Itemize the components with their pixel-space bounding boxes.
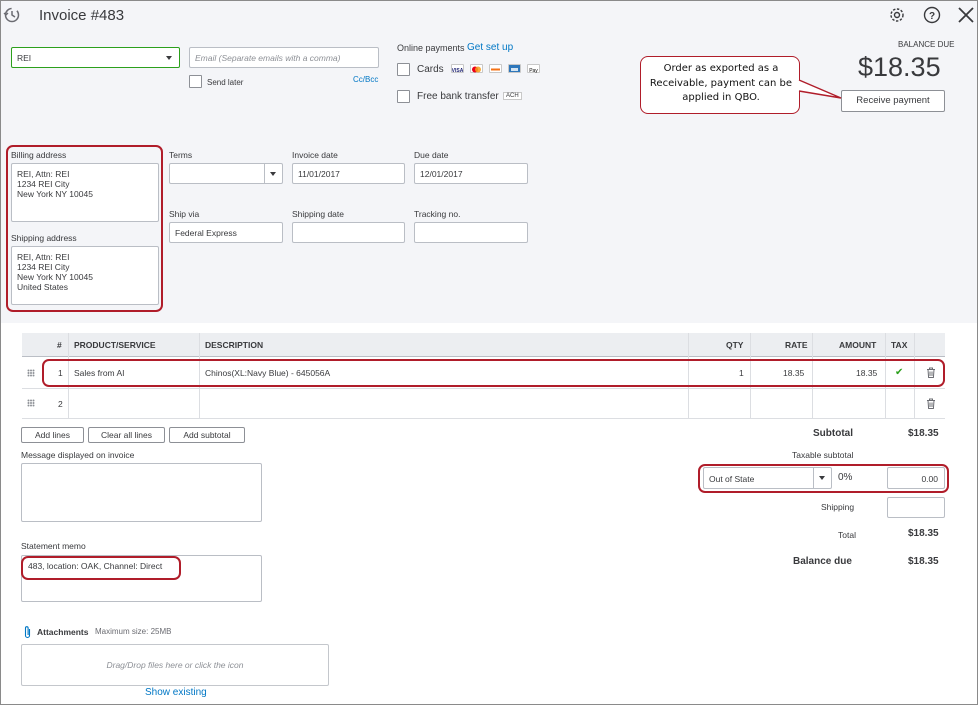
send-later-checkbox[interactable] <box>189 75 202 88</box>
due-date-label: Due date <box>414 150 449 160</box>
row-divider <box>22 418 945 419</box>
email-field[interactable]: Email (Separate emails with a comma) <box>189 47 379 68</box>
shipping-address-field[interactable]: REI, Attn: REI 1234 REI City New York NY… <box>11 246 159 305</box>
invoice-date-label: Invoice date <box>292 150 338 160</box>
invoice-date-field[interactable]: 11/01/2017 <box>292 163 405 184</box>
amex-icon <box>508 64 521 73</box>
drag-handle-icon[interactable] <box>27 399 35 407</box>
apple-pay-icon: Pay <box>527 64 540 74</box>
attachments-max-size: Maximum size: 25MB <box>95 627 172 636</box>
row-2-num: 2 <box>58 399 63 409</box>
visa-icon: VISA <box>451 64 464 74</box>
customer-value: REI <box>17 53 32 63</box>
chevron-down-icon[interactable] <box>161 48 179 67</box>
subtotal-value: $18.35 <box>908 428 939 439</box>
dropzone-text: Drag/Drop files here or click the icon <box>106 660 244 670</box>
col-header-rate: RATE <box>785 340 808 350</box>
col-header-tax: TAX <box>891 340 908 350</box>
annotation-pointer <box>798 78 843 100</box>
terms-label: Terms <box>169 150 193 160</box>
due-date-field[interactable]: 12/01/2017 <box>414 163 528 184</box>
get-set-up-link[interactable]: Get set up <box>467 42 513 53</box>
email-placeholder: Email (Separate emails with a comma) <box>195 53 341 63</box>
invoice-title: Invoice #483 <box>39 7 125 24</box>
shipping-line-2: 1234 REI City <box>17 262 70 272</box>
show-existing-link[interactable]: Show existing <box>145 687 207 698</box>
receive-payment-button[interactable]: Receive payment <box>841 90 945 112</box>
shipping-address-label: Shipping address <box>11 233 77 243</box>
billing-address-label: Billing address <box>11 150 67 160</box>
bank-transfer-label: Free bank transfer <box>417 91 499 102</box>
settings-icon[interactable] <box>888 6 906 24</box>
add-subtotal-button[interactable]: Add subtotal <box>169 427 245 443</box>
message-field[interactable] <box>21 463 262 522</box>
svg-text:Pay: Pay <box>529 68 538 73</box>
ship-via-field[interactable]: Federal Express <box>169 222 283 243</box>
close-icon[interactable] <box>958 7 974 23</box>
cards-label: Cards <box>417 64 444 75</box>
recent-transactions-icon[interactable] <box>3 6 21 24</box>
shipping-date-label: Shipping date <box>292 209 344 219</box>
terms-select[interactable] <box>169 163 283 184</box>
paperclip-icon[interactable] <box>23 625 32 639</box>
ship-via-value: Federal Express <box>175 228 237 238</box>
tax-highlight <box>698 464 949 493</box>
shipping-amount-field[interactable] <box>887 497 945 518</box>
message-label: Message displayed on invoice <box>21 450 135 460</box>
annotation-callout: Order as exported as a Receivable, payme… <box>640 56 800 114</box>
shipping-line-4: United States <box>17 282 69 292</box>
shipping-date-field[interactable] <box>292 222 405 243</box>
billing-address-field[interactable]: REI, Attn: REI 1234 REI City New York NY… <box>11 163 159 222</box>
help-icon[interactable]: ? <box>923 6 941 24</box>
line-item-highlight <box>42 359 945 387</box>
memo-highlight <box>21 556 181 580</box>
row-2-delete-icon[interactable] <box>926 398 936 409</box>
col-header-description: DESCRIPTION <box>205 340 264 350</box>
send-later-label: Send later <box>207 78 244 87</box>
tracking-field[interactable] <box>414 222 528 243</box>
col-header-num: # <box>57 340 62 350</box>
attachments-label: Attachments <box>37 627 89 637</box>
annotation-text: Order as exported as a Receivable, payme… <box>649 63 793 103</box>
customer-select[interactable]: REI <box>11 47 180 68</box>
mastercard-icon <box>470 64 483 73</box>
cards-checkbox[interactable] <box>397 63 410 76</box>
col-header-amount: AMOUNT <box>839 340 877 350</box>
total-value: $18.35 <box>908 528 939 539</box>
online-payments-label: Online payments <box>397 43 465 53</box>
balance-due-value-bottom: $18.35 <box>908 556 939 567</box>
drag-handle-icon[interactable] <box>27 369 35 377</box>
due-date-value: 12/01/2017 <box>420 169 463 179</box>
shipping-label: Shipping <box>821 502 855 512</box>
bank-transfer-checkbox[interactable] <box>397 90 410 103</box>
subtotal-label: Subtotal <box>813 428 853 439</box>
balance-due-label: BALANCE DUE <box>898 40 955 49</box>
balance-due-amount: $18.35 <box>858 52 941 82</box>
shipping-line-3: New York NY 10045 <box>17 272 93 282</box>
clear-all-lines-button[interactable]: Clear all lines <box>88 427 165 443</box>
ship-via-label: Ship via <box>169 209 200 219</box>
billing-line-1: REI, Attn: REI <box>17 169 70 179</box>
attachment-dropzone[interactable]: Drag/Drop files here or click the icon <box>21 644 329 686</box>
invoice-date-value: 11/01/2017 <box>298 169 340 179</box>
ach-badge: ACH <box>503 92 522 100</box>
balance-due-label-bottom: Balance due <box>793 556 852 567</box>
col-header-qty: QTY <box>726 340 744 350</box>
billing-line-3: New York NY 10045 <box>17 189 93 199</box>
discover-icon <box>489 64 502 73</box>
shipping-line-1: REI, Attn: REI <box>17 252 70 262</box>
add-lines-button[interactable]: Add lines <box>21 427 84 443</box>
chevron-down-icon[interactable] <box>264 164 282 183</box>
total-label: Total <box>838 530 856 540</box>
col-header-product: PRODUCT/SERVICE <box>74 340 156 350</box>
billing-line-2: 1234 REI City <box>17 179 70 189</box>
tracking-label: Tracking no. <box>414 209 461 219</box>
taxable-subtotal-label: Taxable subtotal <box>792 450 854 460</box>
statement-memo-label: Statement memo <box>21 541 86 551</box>
row-divider <box>22 388 945 389</box>
svg-text:VISA: VISA <box>452 68 463 73</box>
cc-bcc-link[interactable]: Cc/Bcc <box>353 75 378 84</box>
svg-text:?: ? <box>929 11 935 22</box>
